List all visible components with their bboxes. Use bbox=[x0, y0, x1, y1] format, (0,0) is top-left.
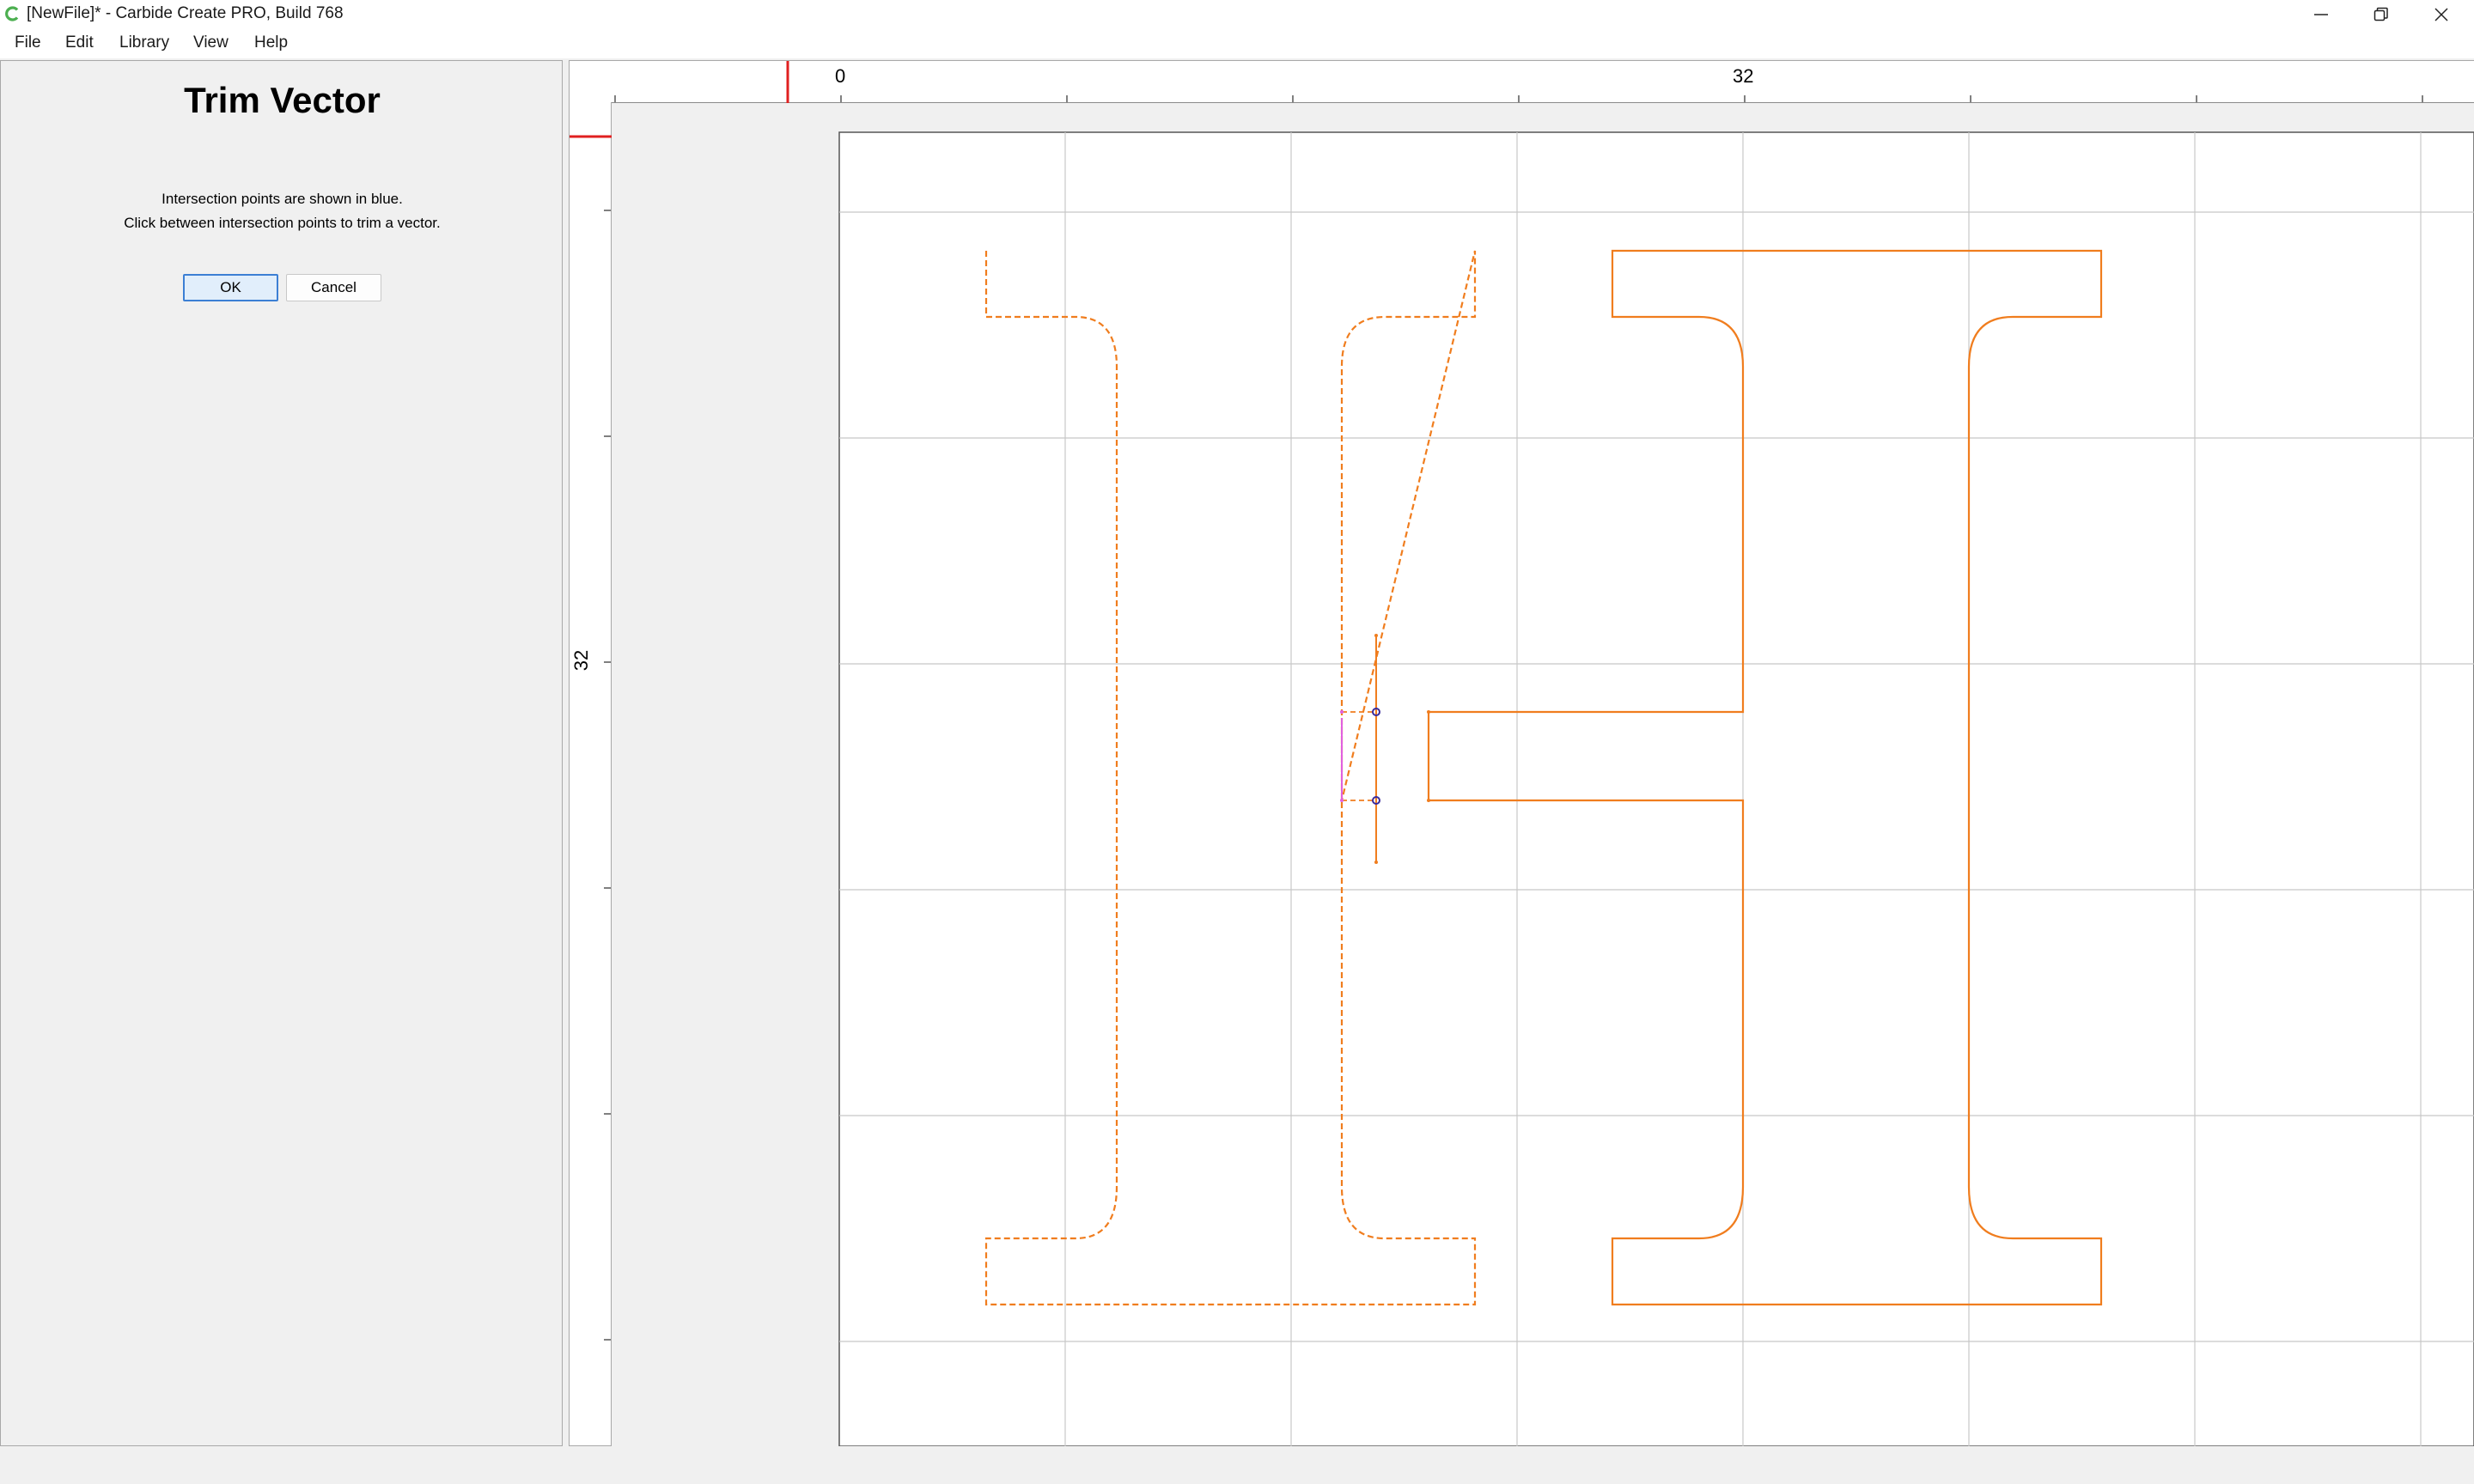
close-button[interactable] bbox=[2411, 0, 2471, 29]
restore-button[interactable] bbox=[2351, 0, 2411, 29]
cancel-button[interactable]: Cancel bbox=[286, 274, 381, 301]
info-text-intersections: Intersection points are shown in blue. bbox=[161, 191, 403, 207]
ruler-label-32: 32 bbox=[1733, 65, 1754, 87]
restore-icon bbox=[2373, 7, 2388, 21]
stock-area bbox=[838, 131, 2474, 1446]
panel-title: Trim Vector bbox=[184, 80, 381, 120]
vertical-ruler[interactable]: 32 bbox=[569, 102, 612, 1446]
menu-edit[interactable]: Edit bbox=[65, 33, 94, 52]
trim-vector-panel: Trim Vector Intersection points are show… bbox=[0, 60, 563, 1446]
menu-bar: File Edit Library View Help bbox=[0, 29, 2474, 58]
title-bar: [NewFile]* - Carbide Create PRO, Build 7… bbox=[0, 0, 2474, 29]
ruler-ticks-vertical bbox=[604, 210, 611, 1341]
minimize-button[interactable] bbox=[2291, 0, 2351, 29]
menu-file[interactable]: File bbox=[15, 33, 41, 52]
menu-view[interactable]: View bbox=[193, 33, 229, 52]
minimize-icon bbox=[2314, 14, 2328, 15]
menu-library[interactable]: Library bbox=[119, 33, 169, 52]
ruler-corner bbox=[569, 60, 612, 103]
close-icon bbox=[2434, 8, 2448, 21]
ruler-label-32-vertical: 32 bbox=[570, 649, 593, 672]
horizontal-ruler[interactable]: 0 32 bbox=[611, 60, 2474, 103]
carbide-create-c-icon bbox=[5, 6, 19, 21]
status-bar bbox=[0, 1446, 2474, 1484]
ruler-ticks bbox=[614, 95, 2423, 102]
ok-button[interactable]: OK bbox=[183, 274, 278, 301]
window-title: [NewFile]* - Carbide Create PRO, Build 7… bbox=[27, 4, 344, 22]
info-text-click: Click between intersection points to tri… bbox=[124, 215, 441, 231]
menu-help[interactable]: Help bbox=[254, 33, 288, 52]
design-canvas[interactable] bbox=[612, 103, 2474, 1446]
ruler-label-0: 0 bbox=[835, 65, 846, 87]
